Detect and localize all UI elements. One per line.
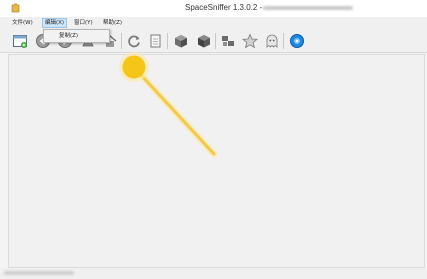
cube-icon bbox=[175, 35, 187, 48]
new-scan-button[interactable] bbox=[11, 32, 29, 50]
cube-dark-icon bbox=[198, 35, 210, 48]
star-button[interactable] bbox=[241, 32, 259, 50]
toolbar-separator bbox=[167, 33, 168, 49]
menu-edit[interactable]: 编辑(X) bbox=[42, 18, 68, 28]
menu-bar: 文件(W) 编辑(X) 窗口(Y) 帮助(Z) bbox=[0, 17, 427, 29]
status-text-blurred bbox=[4, 271, 74, 275]
edit-dropdown-menu: 复制(Z) bbox=[43, 29, 110, 43]
title-bar: SpaceSniffer 1.3.0.2 - bbox=[0, 0, 427, 17]
tags-button[interactable] bbox=[219, 32, 237, 50]
toolbar-separator bbox=[283, 33, 284, 49]
toolbar-separator bbox=[121, 33, 122, 49]
title-path-blurred bbox=[263, 6, 353, 10]
tags-icon bbox=[222, 36, 234, 46]
menu-help[interactable]: 帮助(Z) bbox=[101, 18, 124, 28]
cube-dark-button[interactable] bbox=[195, 32, 213, 50]
menu-file[interactable]: 文件(W) bbox=[10, 18, 35, 28]
copy-icon bbox=[150, 34, 161, 48]
star-icon bbox=[242, 33, 258, 49]
main-canvas[interactable] bbox=[8, 54, 425, 268]
copy-button[interactable] bbox=[147, 32, 165, 50]
help-button[interactable] bbox=[288, 32, 306, 50]
ghost-icon bbox=[266, 34, 278, 48]
refresh-button[interactable] bbox=[125, 32, 143, 50]
menu-window[interactable]: 窗口(Y) bbox=[72, 18, 95, 28]
window-title: SpaceSniffer 1.3.0.2 - bbox=[185, 3, 263, 12]
app-logo-icon bbox=[11, 3, 20, 13]
app-window: SpaceSniffer 1.3.0.2 - 文件(W) 编辑(X) 窗口(Y)… bbox=[0, 0, 427, 279]
status-bar bbox=[0, 268, 427, 279]
ghost-button[interactable] bbox=[263, 32, 281, 50]
new-scan-icon bbox=[13, 35, 27, 48]
help-globe-icon bbox=[290, 34, 304, 48]
cube-button[interactable] bbox=[172, 32, 190, 50]
refresh-icon bbox=[128, 35, 140, 48]
menu-item-copy[interactable]: 复制(Z) bbox=[59, 32, 78, 40]
toolbar-separator bbox=[215, 33, 216, 49]
